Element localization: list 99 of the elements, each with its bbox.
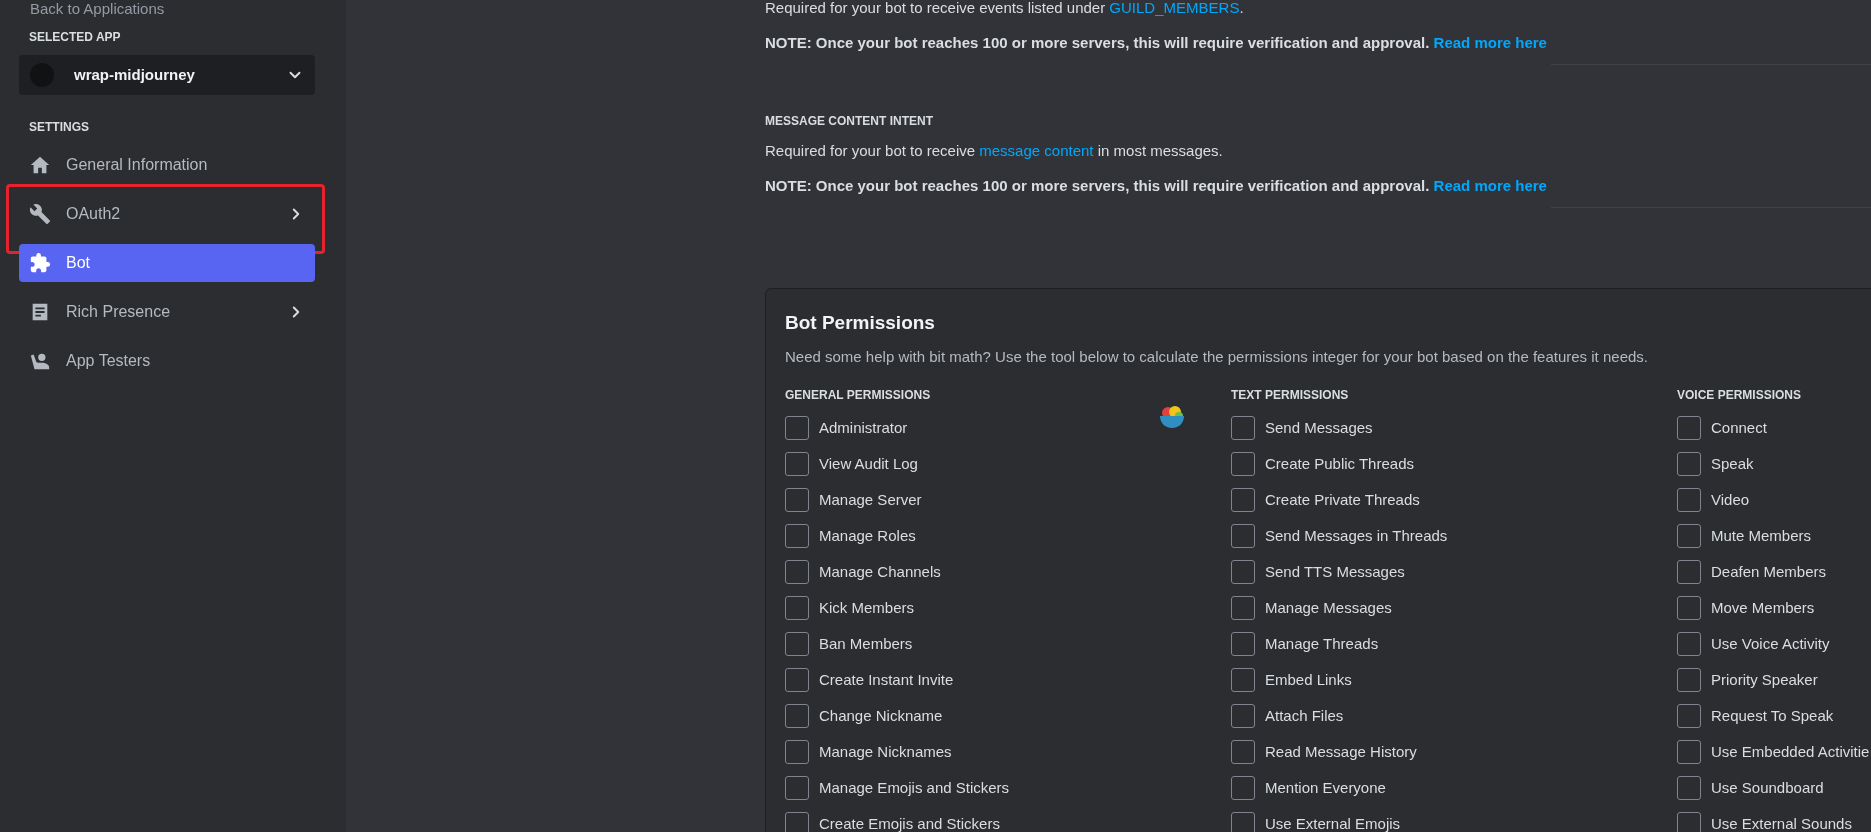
checkbox[interactable]: [1677, 704, 1701, 728]
checkbox[interactable]: [785, 668, 809, 692]
checkbox[interactable]: [785, 812, 809, 832]
checkbox[interactable]: [1231, 560, 1255, 584]
checkbox[interactable]: [1677, 452, 1701, 476]
checkbox[interactable]: [785, 704, 809, 728]
permission-label: Kick Members: [819, 597, 915, 618]
checkbox[interactable]: [785, 488, 809, 512]
checkbox[interactable]: [1231, 632, 1255, 656]
permission-label: Mention Everyone: [1265, 777, 1386, 798]
checkbox[interactable]: [785, 452, 809, 476]
checkbox[interactable]: [1231, 812, 1255, 832]
checkbox[interactable]: [1677, 416, 1701, 440]
wrench-icon: [29, 203, 51, 225]
checkbox[interactable]: [1677, 596, 1701, 620]
intent-note: NOTE: Once your bot reaches 100 or more servers, this will require verification and approval. Read more here: [765, 32, 1547, 53]
home-icon: [29, 154, 51, 176]
permission-label: Move Members: [1711, 597, 1815, 618]
checkbox[interactable]: [785, 416, 809, 440]
sidebar-item[interactable]: Bot: [19, 244, 315, 282]
checkbox[interactable]: [1231, 704, 1255, 728]
checkbox[interactable]: [785, 524, 809, 548]
permission-label: Use External Sounds: [1711, 813, 1852, 832]
read-more-link[interactable]: Read more here: [1433, 176, 1547, 194]
permission-label: Manage Emojis and Stickers: [819, 777, 1010, 798]
checkbox[interactable]: [1231, 416, 1255, 440]
permission-label: Manage Channels: [819, 561, 941, 582]
checkbox[interactable]: [1677, 740, 1701, 764]
permission-label: Attach Files: [1265, 705, 1344, 726]
checkbox[interactable]: [1231, 524, 1255, 548]
intent-heading: MESSAGE CONTENT INTENT: [765, 113, 933, 130]
permission-label: Create Public Threads: [1265, 453, 1414, 474]
checkbox[interactable]: [1231, 452, 1255, 476]
checkbox[interactable]: [785, 560, 809, 584]
permission-label: Speak: [1711, 453, 1754, 474]
permission-label: Use Voice Activity: [1711, 633, 1830, 654]
checkbox[interactable]: [785, 596, 809, 620]
card-title: Bot Permissions: [785, 311, 936, 335]
checkbox[interactable]: [1677, 632, 1701, 656]
card-description: Need some help with bit math? Use the tool below to calculate the permissions integer for your bot based on the features it needs.: [785, 346, 1649, 367]
checkbox[interactable]: [1677, 812, 1701, 832]
permission-label: Manage Nicknames: [819, 741, 952, 762]
puzzle-icon: [29, 252, 51, 274]
checkbox[interactable]: [1677, 524, 1701, 548]
permission-label: Send Messages: [1265, 417, 1373, 438]
permission-label: Manage Server: [819, 489, 922, 510]
checkbox[interactable]: [1677, 776, 1701, 800]
section-label: SETTINGS: [29, 119, 89, 136]
app-select[interactable]: wrap-midjourney: [19, 55, 315, 95]
bowl-icon: [1158, 403, 1186, 431]
permission-label: Request To Speak: [1711, 705, 1834, 726]
column-heading: TEXT PERMISSIONS: [1231, 387, 1349, 404]
checkbox[interactable]: [785, 776, 809, 800]
checkbox[interactable]: [1231, 740, 1255, 764]
permission-label: Embed Links: [1265, 669, 1352, 690]
link[interactable]: GUILD_MEMBERS: [1109, 0, 1240, 16]
checkbox[interactable]: [1677, 668, 1701, 692]
permission-label: Ban Members: [819, 633, 913, 654]
permission-label: Use External Emojis: [1265, 813, 1401, 832]
intent-description: Required for your bot to receive events listed under GUILD_MEMBERS.: [765, 0, 1244, 18]
permission-label: View Audit Log: [819, 453, 918, 474]
column-heading: VOICE PERMISSIONS: [1677, 387, 1802, 404]
permission-label: Create Instant Invite: [819, 669, 954, 690]
sidebar-item[interactable]: General Information: [19, 146, 315, 184]
checkbox[interactable]: [785, 740, 809, 764]
column-heading: GENERAL PERMISSIONS: [785, 387, 931, 404]
checkbox[interactable]: [785, 632, 809, 656]
permission-label: Use Embedded Activitie: [1711, 741, 1870, 762]
permission-label: Connect: [1711, 417, 1767, 438]
permission-label: Video: [1711, 489, 1750, 510]
permission-label: Create Emojis and Stickers: [819, 813, 1000, 832]
link[interactable]: message content: [979, 142, 1094, 159]
sidebar-item[interactable]: OAuth2: [19, 195, 315, 233]
intent-description: Required for your bot to receive message content in most messages.: [765, 141, 1223, 161]
permission-label: Send Messages in Threads: [1265, 525, 1448, 546]
permission-label: Create Private Threads: [1265, 489, 1420, 510]
checkbox[interactable]: [1231, 596, 1255, 620]
section-label: SELECTED APP: [29, 29, 121, 46]
sidebar-item[interactable]: Rich Presence: [19, 293, 315, 331]
intent-note: NOTE: Once your bot reaches 100 or more servers, this will require verification and approval. Read more here: [765, 175, 1547, 196]
read-more-link[interactable]: Read more here: [1433, 33, 1547, 51]
back-link[interactable]: Back to Applications: [30, 0, 165, 21]
checkbox[interactable]: [1231, 488, 1255, 512]
permission-label: Change Nickname: [819, 705, 943, 726]
permission-label: Deafen Members: [1711, 561, 1827, 582]
permission-label: Mute Members: [1711, 525, 1812, 546]
permission-label: Manage Threads: [1265, 633, 1379, 654]
permission-label: Manage Messages: [1265, 597, 1392, 618]
sidebar-item[interactable]: App Testers: [19, 342, 315, 380]
checkbox[interactable]: [1677, 488, 1701, 512]
permission-label: Use Soundboard: [1711, 777, 1824, 798]
checkbox[interactable]: [1231, 776, 1255, 800]
permission-label: Administrator: [819, 417, 908, 438]
permission-label: Send TTS Messages: [1265, 561, 1405, 582]
permission-label: Manage Roles: [819, 525, 916, 546]
checkbox[interactable]: [1677, 560, 1701, 584]
permission-label: Read Message History: [1265, 741, 1417, 762]
permission-label: Priority Speaker: [1711, 669, 1818, 690]
checkbox[interactable]: [1231, 668, 1255, 692]
